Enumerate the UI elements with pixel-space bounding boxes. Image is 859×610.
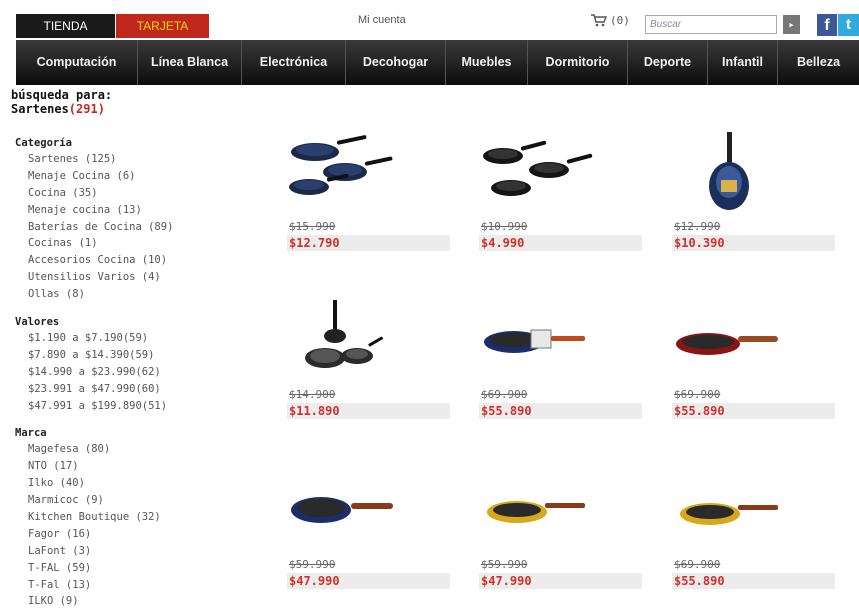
product-old-price: $59.990 — [289, 558, 336, 571]
search-query: Sartenes — [11, 102, 69, 116]
product-price: $55.890 — [672, 403, 835, 419]
product-image-yellow-pan[interactable] — [672, 470, 832, 552]
filter-sidebar: Categoría Sartenes (125) Menaje Cocina (… — [15, 136, 235, 610]
results-count: (291) — [68, 102, 105, 116]
product-image-blue-pan[interactable] — [479, 300, 639, 382]
cart-icon — [591, 14, 607, 27]
product-price: $10.390 — [672, 235, 835, 251]
nav-item-decohogar[interactable]: Decohogar — [346, 40, 446, 85]
facet-item-marca[interactable]: T-Fal (13) — [15, 577, 235, 594]
product-price: $47.990 — [287, 573, 450, 589]
product-card[interactable]: $59.990 $47.990 — [287, 470, 487, 610]
nav-item-infantil[interactable]: Infantil — [708, 40, 778, 85]
product-card[interactable]: $10.990 $4.990 — [479, 132, 679, 282]
product-price: $55.890 — [672, 573, 835, 589]
facet-item-categoria[interactable]: Sartenes (125) — [15, 151, 235, 168]
facet-item-marca[interactable]: T-FAL (59) — [15, 560, 235, 577]
nav-item-muebles[interactable]: Muebles — [446, 40, 528, 85]
product-card[interactable]: $14.900 $11.890 — [287, 300, 487, 450]
facet-title-marca: Marca — [15, 427, 47, 440]
top-bar: TIENDA TARJETA Mi cuenta (0) ▸ f t — [0, 0, 859, 40]
facet-item-marca[interactable]: Kitchen Boutique (32) — [15, 509, 235, 526]
facet-item-marca[interactable]: Ilko (40) — [15, 475, 235, 492]
nav-item-computacion[interactable]: Computación — [16, 40, 138, 85]
facet-item-marca[interactable]: NTO (17) — [15, 458, 235, 475]
product-image-blue-pan[interactable] — [287, 470, 447, 552]
product-price: $11.890 — [287, 403, 450, 419]
facet-item-marca[interactable]: Magefesa (80) — [15, 441, 235, 458]
product-price: $55.890 — [479, 403, 642, 419]
facet-item-categoria[interactable]: Menaje cocina (13) — [15, 202, 235, 219]
results-heading-label: búsqueda para: — [11, 88, 113, 102]
product-price: $12.790 — [287, 235, 450, 251]
arrow-right-icon: ▸ — [788, 18, 795, 31]
nav-item-dormitorio[interactable]: Dormitorio — [528, 40, 628, 85]
product-card[interactable]: $69.900 $55.890 — [479, 300, 679, 450]
product-price: $47.990 — [479, 573, 642, 589]
facet-item-categoria[interactable]: Menaje Cocina (6) — [15, 168, 235, 185]
product-image-yellow-pan[interactable] — [479, 470, 639, 552]
my-account-link[interactable]: Mi cuenta — [358, 14, 406, 26]
nav-item-linea-blanca[interactable]: Línea Blanca — [138, 40, 242, 85]
product-card[interactable]: $12.990 $10.390 — [672, 132, 859, 282]
cart-count: (0) — [610, 14, 630, 27]
facet-item-categoria[interactable]: Baterías de Cocina (89) — [15, 219, 235, 236]
facet-item-categoria[interactable]: Cocina (35) — [15, 185, 235, 202]
search-button[interactable]: ▸ — [783, 15, 800, 34]
results-heading: búsqueda para: Sartenes(291) — [11, 88, 112, 116]
facet-item-categoria[interactable]: Utensilios Varios (4) — [15, 269, 235, 286]
facet-item-categoria[interactable]: Accesorios Cocina (10) — [15, 252, 235, 269]
product-old-price: $15.990 — [289, 220, 336, 233]
nav-item-belleza[interactable]: Belleza — [778, 40, 859, 85]
product-image-boxed-pan[interactable] — [672, 132, 832, 214]
facebook-icon[interactable]: f — [817, 14, 837, 36]
product-old-price: $10.990 — [481, 220, 528, 233]
facet-item-valores[interactable]: $14.990 a $23.990(62) — [15, 364, 235, 381]
search-input[interactable] — [645, 15, 777, 34]
facet-title-categoria: Categoría — [15, 137, 72, 149]
main-nav: Computación Línea Blanca Electrónica Dec… — [16, 40, 859, 85]
product-card[interactable]: $15.990 $12.790 — [287, 132, 487, 282]
tab-tienda[interactable]: TIENDA — [16, 14, 115, 38]
product-image-red-pan[interactable] — [672, 300, 832, 382]
product-price: $4.990 — [479, 235, 642, 251]
product-card[interactable]: $69.900 $55.890 — [672, 470, 859, 610]
product-old-price: $12.990 — [674, 220, 721, 233]
product-old-price: $14.900 — [289, 388, 336, 401]
tab-tarjeta[interactable]: TARJETA — [116, 14, 209, 38]
facet-item-categoria[interactable]: Ollas (8) — [15, 286, 235, 303]
facet-title-valores: Valores — [15, 316, 60, 329]
nav-item-deporte[interactable]: Deporte — [628, 40, 708, 85]
product-old-price: $69.900 — [674, 558, 721, 571]
facet-item-valores[interactable]: $23.991 a $47.990(60) — [15, 381, 235, 398]
facet-item-marca[interactable]: Fagor (16) — [15, 526, 235, 543]
product-old-price: $69.900 — [481, 388, 528, 401]
facet-item-marca[interactable]: ILKO (9) — [15, 593, 235, 610]
facet-item-valores[interactable]: $7.890 a $14.390(59) — [15, 347, 235, 364]
facet-item-valores[interactable]: $47.991 a $199.890(51) — [15, 398, 235, 415]
nav-item-electronica[interactable]: Electrónica — [242, 40, 346, 85]
cart-button[interactable]: (0) — [591, 14, 630, 27]
facet-item-marca[interactable]: Marmicoc (9) — [15, 492, 235, 509]
facet-item-categoria[interactable]: Cocinas (1) — [15, 235, 235, 252]
product-image-pan-set[interactable] — [479, 132, 639, 214]
product-image-pan-set[interactable] — [287, 132, 447, 214]
twitter-icon[interactable]: t — [838, 14, 859, 36]
facet-item-valores[interactable]: $1.190 a $7.190(59) — [15, 330, 235, 347]
product-card[interactable]: $59.990 $47.990 — [479, 470, 679, 610]
product-old-price: $69.900 — [674, 388, 721, 401]
product-old-price: $59.990 — [481, 558, 528, 571]
facet-item-marca[interactable]: LaFont (3) — [15, 543, 235, 560]
product-image-pan-set[interactable] — [287, 300, 447, 382]
product-card[interactable]: $69.900 $55.890 — [672, 300, 859, 450]
